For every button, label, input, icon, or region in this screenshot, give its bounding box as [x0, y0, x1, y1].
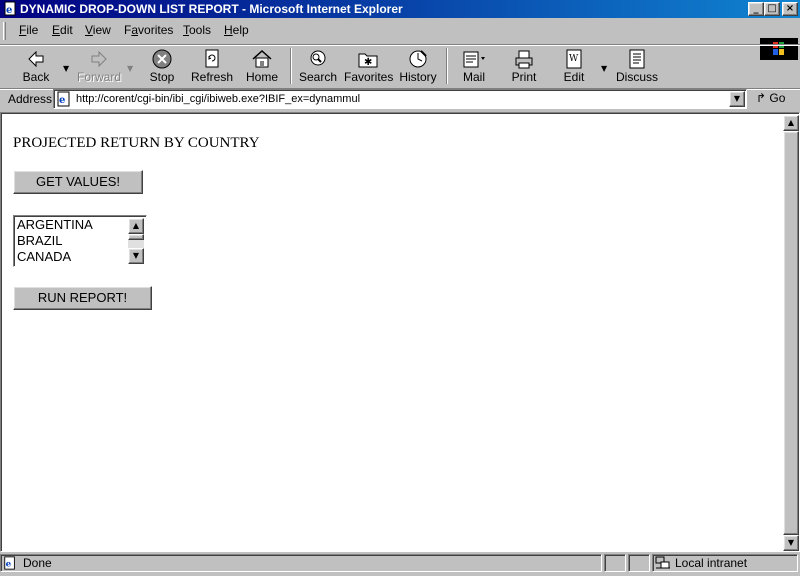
- address-input[interactable]: e http://corent/cgi-bin/ibi_cgi/ibiweb.e…: [53, 89, 747, 109]
- ie-page-icon: e: [4, 1, 16, 16]
- search-button[interactable]: Search: [298, 46, 338, 86]
- history-button[interactable]: History: [398, 46, 438, 86]
- status-bar: e Done Local intranet: [0, 552, 800, 576]
- status-pane-security: [628, 554, 650, 572]
- page-title: PROJECTED RETURN BY COUNTRY: [13, 135, 260, 151]
- scroll-up-icon[interactable]: ▲: [128, 218, 144, 234]
- menu-edit[interactable]: Edit: [52, 23, 73, 37]
- home-icon: [252, 49, 272, 68]
- edit-icon: W: [566, 49, 582, 69]
- address-bar: Address e http://corent/cgi-bin/ibi_cgi/…: [0, 88, 800, 110]
- mail-icon: [463, 51, 485, 68]
- forward-dropdown-icon[interactable]: ▼: [127, 64, 133, 73]
- print-button[interactable]: Print: [506, 46, 542, 86]
- menu-file[interactable]: File: [19, 23, 38, 37]
- country-listbox[interactable]: ARGENTINA BRAZIL CANADA ▲ ▼: [13, 215, 147, 267]
- favorites-icon: ✱: [358, 53, 378, 68]
- scroll-down-icon[interactable]: ▼: [128, 248, 144, 264]
- status-pane-progress: [604, 554, 626, 572]
- menu-help[interactable]: Help: [224, 23, 249, 37]
- edit-dropdown-icon[interactable]: ▼: [601, 64, 607, 73]
- menu-grip[interactable]: [3, 22, 6, 40]
- svg-text:e: e: [59, 95, 65, 106]
- favorites-button[interactable]: ✱ Favorites: [344, 46, 393, 86]
- stop-icon: [152, 49, 172, 69]
- list-item[interactable]: BRAZIL: [17, 233, 93, 249]
- status-text-pane: e Done: [0, 554, 602, 572]
- zone-pane: Local intranet: [652, 554, 798, 572]
- menu-bar: File Edit View Favorites Tools Help: [0, 18, 800, 60]
- window-title: DYNAMIC DROP-DOWN LIST REPORT - Microsof…: [20, 2, 403, 16]
- refresh-icon: [205, 49, 219, 68]
- menu-favorites[interactable]: Favorites: [124, 23, 173, 37]
- svg-text:W: W: [569, 54, 579, 64]
- ie-page-icon: e: [57, 91, 70, 107]
- scroll-up-icon[interactable]: ▲: [783, 115, 799, 131]
- scroll-down-icon[interactable]: ▼: [783, 535, 799, 551]
- address-url[interactable]: http://corent/cgi-bin/ibi_cgi/ibiweb.exe…: [76, 93, 360, 105]
- page-scrollbar[interactable]: ▲ ▼: [783, 115, 799, 551]
- status-text: Done: [23, 556, 52, 570]
- home-button[interactable]: Home: [244, 46, 280, 86]
- go-arrow-icon: ↱: [756, 91, 767, 105]
- list-item[interactable]: CANADA: [17, 249, 93, 265]
- get-values-button[interactable]: GET VALUES!: [13, 170, 143, 194]
- svg-text:✱: ✱: [364, 57, 372, 68]
- search-icon: [310, 50, 326, 66]
- history-icon: [409, 50, 427, 68]
- listbox-scrollbar[interactable]: ▲ ▼: [128, 218, 144, 264]
- menu-tools[interactable]: Tools: [183, 23, 211, 37]
- mail-button[interactable]: Mail: [454, 46, 494, 86]
- stop-button[interactable]: Stop: [144, 46, 180, 86]
- standard-toolbar: Back ▼ Forward ▼ Stop Refresh Home Searc…: [0, 44, 800, 88]
- list-item[interactable]: ARGENTINA: [17, 217, 93, 233]
- minimize-button[interactable]: _: [748, 2, 764, 16]
- run-report-button[interactable]: RUN REPORT!: [13, 286, 152, 310]
- address-label: Address: [8, 92, 53, 106]
- maximize-button[interactable]: □: [764, 2, 780, 16]
- refresh-button[interactable]: Refresh: [190, 46, 234, 86]
- scroll-thumb[interactable]: [128, 234, 144, 240]
- address-dropdown-button[interactable]: ▼: [729, 91, 745, 107]
- close-button[interactable]: ×: [782, 2, 798, 16]
- page-content: PROJECTED RETURN BY COUNTRY GET VALUES! …: [3, 115, 783, 551]
- forward-arrow-icon: [91, 50, 107, 68]
- page-viewport: PROJECTED RETURN BY COUNTRY GET VALUES! …: [0, 112, 800, 552]
- menu-view[interactable]: View: [85, 23, 111, 37]
- intranet-icon: [655, 556, 670, 569]
- back-button[interactable]: Back: [14, 46, 58, 86]
- svg-text:e: e: [6, 5, 12, 16]
- edit-button[interactable]: W Edit: [556, 46, 592, 86]
- title-bar[interactable]: e DYNAMIC DROP-DOWN LIST REPORT - Micros…: [0, 0, 800, 18]
- svg-text:e: e: [6, 560, 12, 570]
- back-arrow-icon: [28, 50, 44, 68]
- discuss-button[interactable]: Discuss: [616, 46, 658, 86]
- discuss-icon: [629, 49, 645, 69]
- ie-page-icon: e: [4, 556, 15, 570]
- back-dropdown-icon[interactable]: ▼: [63, 64, 69, 73]
- zone-label: Local intranet: [675, 556, 748, 570]
- print-icon: [515, 50, 533, 69]
- go-button[interactable]: ↱ Go: [756, 91, 785, 105]
- scroll-thumb[interactable]: [783, 131, 799, 535]
- forward-button[interactable]: Forward: [76, 46, 122, 86]
